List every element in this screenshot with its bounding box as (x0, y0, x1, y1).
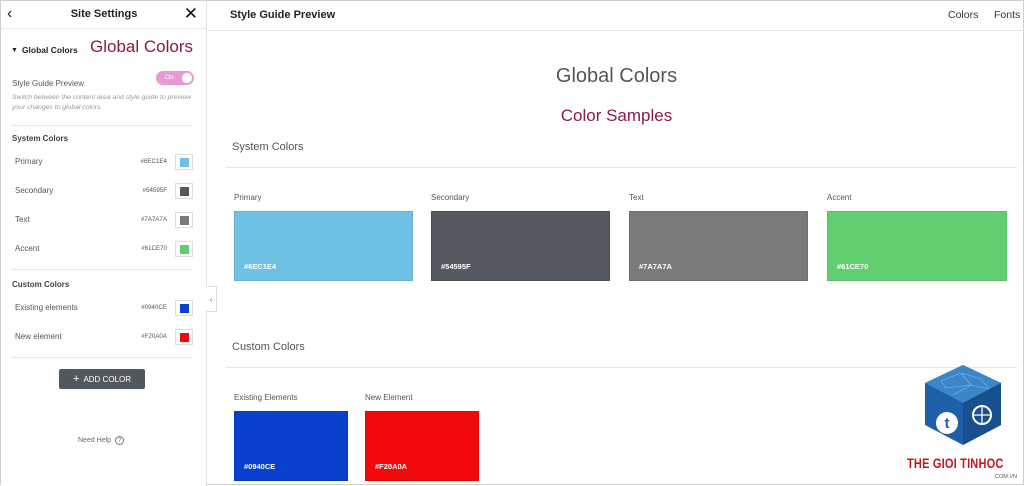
style-guide-preview-row: Style Guide Preview On (12, 71, 194, 88)
color-hex: #6EC1E4 (140, 158, 168, 165)
switch-knob (181, 72, 193, 84)
color-sample: #6EC1E4 (234, 211, 413, 281)
color-card-existing-elements: Existing Elements #0940CE (234, 393, 348, 481)
global-colors-label: Global Colors (21, 45, 78, 55)
divider (226, 367, 1017, 368)
need-help-label: Need Help (78, 437, 112, 444)
plus-icon: + (73, 373, 80, 385)
color-hex: #0940CE (141, 304, 167, 311)
style-guide-hint: Switch between the content area and styl… (12, 94, 192, 111)
add-color-button[interactable]: + ADD COLOR (59, 369, 145, 389)
svg-text:t: t (945, 415, 950, 432)
system-color-accent[interactable]: Accent #61CE70 (15, 241, 193, 257)
color-picker[interactable] (175, 329, 193, 345)
color-sample: #F20A0A (365, 411, 479, 481)
color-card-name: Text (629, 193, 644, 202)
tab-fonts[interactable]: Fonts (994, 9, 1020, 21)
color-card-name: Accent (827, 193, 852, 202)
style-guide-preview-label: Style Guide Preview (12, 79, 85, 88)
color-name: Secondary (15, 186, 54, 195)
page-title: Global Colors (555, 65, 678, 87)
color-picker[interactable] (175, 300, 193, 316)
add-color-label: ADD COLOR (83, 374, 131, 384)
help-icon: ? (115, 436, 125, 445)
color-card-name: New Element (365, 393, 413, 402)
color-picker[interactable] (175, 241, 193, 257)
cube-logo-icon: t (925, 365, 1001, 445)
color-card-name: Secondary (431, 193, 470, 202)
color-swatch (180, 304, 189, 313)
custom-color-new-element[interactable]: New element #F20A0A (15, 329, 193, 345)
close-icon[interactable]: ✕ (184, 4, 198, 24)
caret-down-icon: ▼ (11, 46, 18, 54)
color-card-secondary: Secondary #54595F (431, 193, 610, 281)
divider (11, 125, 193, 126)
color-sample-hex: #F20A0A (375, 462, 408, 471)
panel-title: Site Settings (70, 8, 138, 20)
color-sample-hex: #54595F (441, 262, 471, 271)
color-swatch (180, 216, 189, 225)
color-swatch (180, 333, 189, 342)
system-color-text[interactable]: Text #7A7A7A (15, 212, 193, 228)
divider (11, 269, 193, 270)
color-name: Existing elements (15, 303, 78, 312)
color-sample-hex: #61CE70 (837, 262, 869, 271)
divider (226, 167, 1017, 168)
divider (11, 357, 193, 358)
color-sample: #61CE70 (827, 211, 1007, 281)
preview-title: Style Guide Preview (230, 9, 336, 21)
color-card-new-element: New Element #F20A0A (365, 393, 479, 481)
color-name: New element (15, 332, 62, 341)
color-swatch (180, 187, 189, 196)
color-name: Accent (15, 244, 40, 253)
custom-colors-heading: Custom Colors (232, 341, 305, 353)
color-sample: #0940CE (234, 411, 348, 481)
need-help-link[interactable]: Need Help ? (78, 436, 125, 445)
color-card-primary: Primary #6EC1E4 (234, 193, 413, 281)
system-colors-heading: System Colors (12, 134, 69, 143)
panel-header: ‹ Site Settings ✕ (1, 1, 207, 29)
style-guide-preview-switch[interactable]: On (156, 71, 194, 85)
app-window: ‹ Site Settings ✕ ▼ Global Colors Global… (0, 0, 1024, 486)
brand-name: THE GIOI TINHOC (907, 456, 1004, 471)
color-hex: #54595F (142, 187, 167, 194)
color-swatch (180, 158, 189, 167)
color-name: Text (15, 215, 30, 224)
color-card-name: Primary (234, 193, 262, 202)
color-swatch (180, 245, 189, 254)
preview-header: Style Guide Preview Colors Fonts (208, 1, 1024, 31)
color-sample-hex: #0940CE (244, 462, 276, 471)
color-hex: #61CE70 (141, 245, 167, 252)
color-sample: #54595F (431, 211, 610, 281)
color-picker[interactable] (175, 212, 193, 228)
site-settings-panel: ‹ Site Settings ✕ ▼ Global Colors Global… (1, 1, 207, 486)
system-color-primary[interactable]: Primary #6EC1E4 (15, 154, 193, 170)
color-picker[interactable] (175, 183, 193, 199)
custom-colors-heading: Custom Colors (12, 280, 70, 289)
custom-color-existing-elements[interactable]: Existing elements #0940CE (15, 300, 193, 316)
color-hex: #F20A0A (141, 333, 167, 340)
tab-colors[interactable]: Colors (948, 9, 978, 21)
brand-domain: .COM.VN (993, 474, 1017, 480)
color-card-accent: Accent #61CE70 (827, 193, 1007, 281)
color-samples-annotation: Color Samples (560, 106, 673, 125)
color-hex: #7A7A7A (140, 216, 167, 223)
color-picker[interactable] (175, 154, 193, 170)
switch-state-text: On (165, 74, 174, 81)
color-card-name: Existing Elements (234, 393, 298, 402)
global-colors-annotation: Global Colors (90, 37, 193, 56)
global-colors-toggle[interactable]: ▼ Global Colors (11, 43, 78, 57)
color-sample-hex: #7A7A7A (639, 262, 672, 271)
watermark-logo: t THE GIOI TINHOC .COM.VN (901, 363, 1024, 486)
color-name: Primary (15, 157, 43, 166)
system-color-secondary[interactable]: Secondary #54595F (15, 183, 193, 199)
color-sample-hex: #6EC1E4 (244, 262, 277, 271)
color-card-text: Text #7A7A7A (629, 193, 808, 281)
color-sample: #7A7A7A (629, 211, 808, 281)
system-colors-heading: System Colors (232, 141, 304, 153)
